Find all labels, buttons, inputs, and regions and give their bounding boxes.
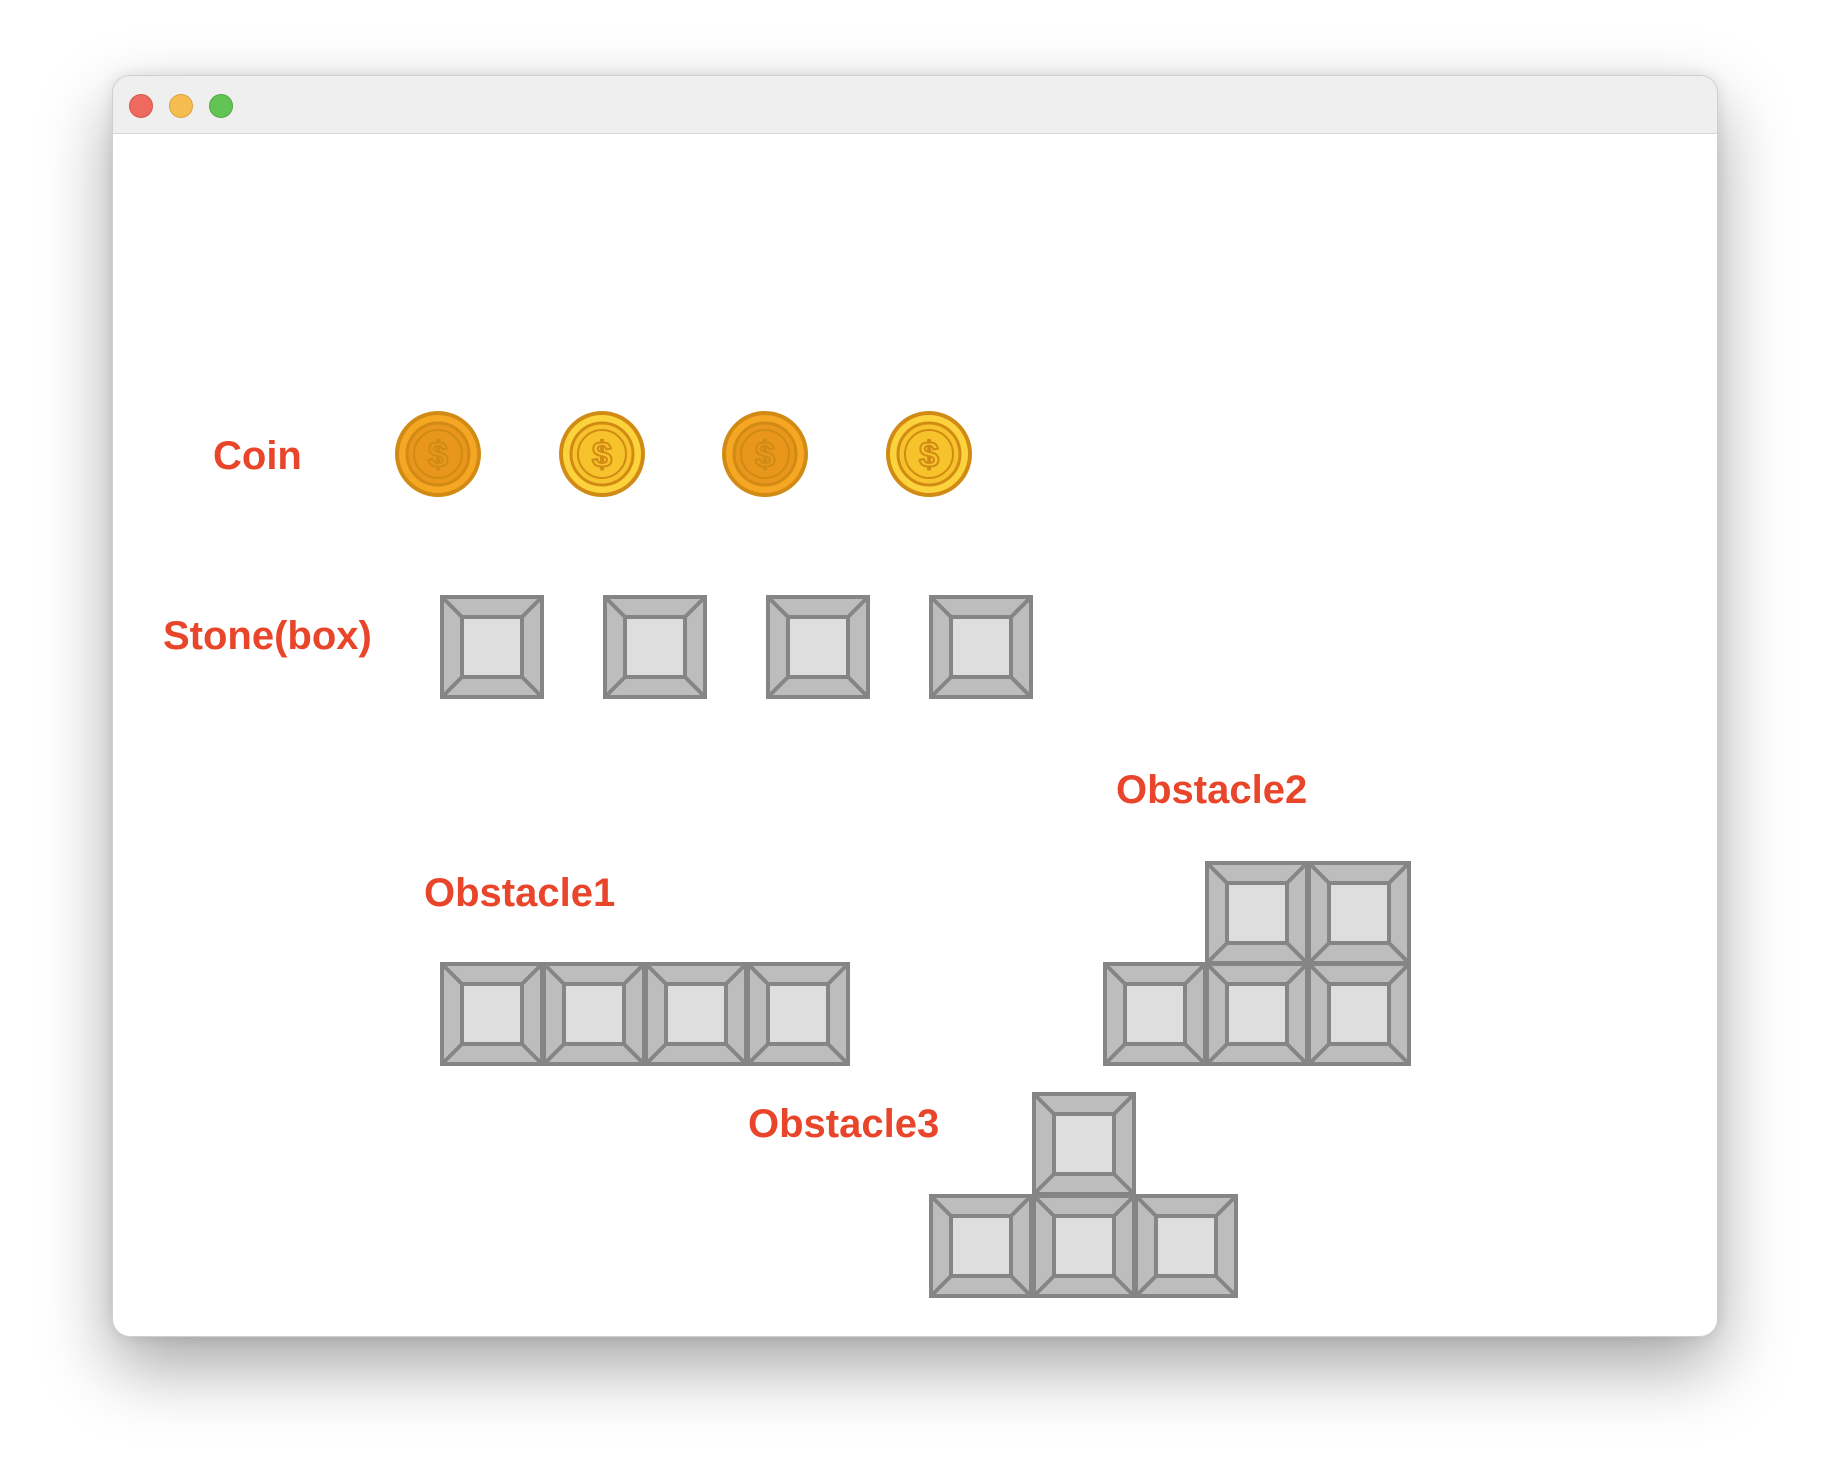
svg-text:$: $ <box>755 434 775 475</box>
obstacle2-block-4 <box>1205 962 1309 1066</box>
obstacle1-block-3 <box>644 962 748 1066</box>
close-button[interactable] <box>129 94 153 118</box>
svg-text:$: $ <box>428 434 448 475</box>
obstacle2-label: Obstacle2 <box>1116 768 1308 812</box>
stone-box-2 <box>603 595 707 699</box>
obstacle2-block-3 <box>1103 962 1207 1066</box>
coin-sprite-4: $ <box>886 411 972 497</box>
obstacle3-label: Obstacle3 <box>748 1102 940 1146</box>
coin-sprite-2: $ <box>559 411 645 497</box>
minimize-button[interactable] <box>169 94 193 118</box>
coin-sprite-3: $ <box>722 411 808 497</box>
obstacle3-block-4 <box>1134 1194 1238 1298</box>
coin-sprite-1: $ <box>395 411 481 497</box>
svg-text:$: $ <box>592 434 612 475</box>
obstacle2-block-1 <box>1205 861 1309 965</box>
obstacle1-block-4 <box>746 962 850 1066</box>
obstacle3-block-1 <box>1032 1092 1136 1196</box>
zoom-button[interactable] <box>209 94 233 118</box>
stone-box-3 <box>766 595 870 699</box>
obstacle2-block-5 <box>1307 962 1411 1066</box>
obstacle1-label: Obstacle1 <box>424 871 616 915</box>
obstacle3-block-2 <box>929 1194 1033 1298</box>
svg-text:$: $ <box>919 434 939 475</box>
sprite-sheet-canvas: Coin Stone(box) Obstacle1 Obstacle2 Obst… <box>113 134 1717 1336</box>
stone-box-1 <box>440 595 544 699</box>
title-bar <box>113 76 1717 134</box>
obstacle1-block-2 <box>542 962 646 1066</box>
stone-box-4 <box>929 595 1033 699</box>
obstacle1-block-1 <box>440 962 544 1066</box>
obstacle3-block-3 <box>1032 1194 1136 1298</box>
coin-label: Coin <box>213 434 302 478</box>
obstacle2-block-2 <box>1307 861 1411 965</box>
app-window: Coin Stone(box) Obstacle1 Obstacle2 Obst… <box>112 75 1718 1337</box>
stone-label: Stone(box) <box>163 614 372 658</box>
